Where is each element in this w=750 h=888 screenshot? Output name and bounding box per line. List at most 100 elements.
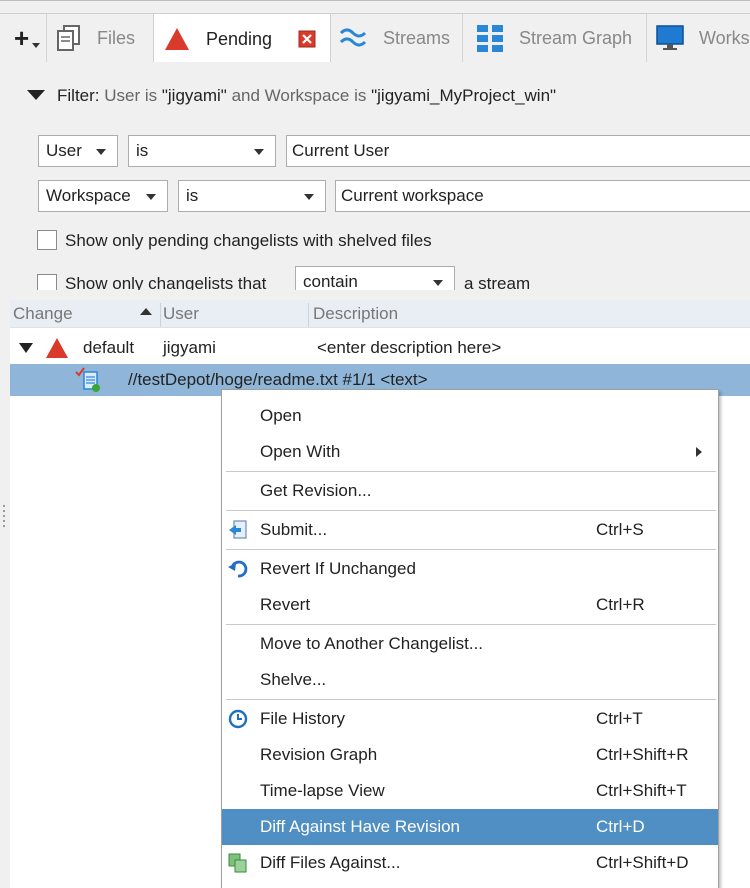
tab-pending-label: Pending [206,28,273,49]
changelist-user: jigyami [163,338,216,357]
tab-files-label: Files [97,27,136,48]
filter-operator-select-user[interactable]: is [128,135,276,167]
filter-operator-select-workspace[interactable]: is [178,180,326,212]
menu-shortcut: Ctrl+R [596,595,645,614]
menu-shortcut: Ctrl+Shift+T [596,781,687,800]
add-tab-icon[interactable]: + [14,25,29,51]
menu-item-time-lapse[interactable]: Time-lapse View Ctrl+Shift+T [222,773,718,809]
filter-field-select-user[interactable]: User [38,135,118,167]
menu-item-diff-files-against[interactable]: Diff Files Against... Ctrl+Shift+D [222,845,718,881]
tab-streams[interactable]: Streams [333,14,461,62]
filter-field-value: User [46,141,82,160]
menu-shortcut: Ctrl+D [596,817,645,836]
menu-label: Revision Graph [260,745,378,764]
menu-shortcut: Ctrl+Shift+R [596,745,689,764]
chevron-down-icon [146,194,156,200]
filter-value-input-user[interactable]: Current User [286,135,750,167]
filter-workspace-value: "jigyami_MyProject_win" [371,86,557,105]
menu-item-file-history[interactable]: File History Ctrl+T [222,701,718,737]
stream-filter-label-a: Show only changelists that [65,274,267,290]
submit-icon [229,520,247,539]
filter-part1: User is [104,86,162,105]
menu-label: Submit... [260,520,328,539]
menu-item-diff-have-revision[interactable]: Diff Against Have Revision Ctrl+D [222,809,718,845]
menu-label: Get Revision... [260,481,372,500]
filter-prefix: Filter: [57,86,100,105]
tab-stream-graph[interactable]: Stream Graph [463,14,645,62]
menu-label: Open [260,406,302,425]
changelist-change: default [83,338,135,357]
tab-streams-label: Streams [383,27,451,48]
menu-label: Revert [260,595,311,614]
menu-item-revision-graph[interactable]: Revision Graph Ctrl+Shift+R [222,737,718,773]
menu-item-open[interactable]: Open [222,398,718,434]
menu-separator [226,549,716,550]
sort-ascending-icon [140,308,152,315]
diff-files-icon [228,853,247,873]
chevron-down-icon [254,149,264,155]
menu-label: Time-lapse View [260,781,385,800]
column-header-description[interactable]: Description [310,300,750,328]
stream-graph-icon [477,25,503,52]
workspace-monitor-icon [656,25,684,50]
splitter-handle[interactable] [3,505,6,531]
tab-pending[interactable]: Pending [153,14,331,64]
chevron-down-icon [96,149,106,155]
filter-operator-value: is [186,186,199,205]
filter-field-select-workspace[interactable]: Workspace [38,180,168,212]
stream-filter-checkbox[interactable] [37,274,57,290]
menu-label: Move to Another Changelist... [260,634,484,653]
menu-item-shelve[interactable]: Shelve... [222,662,718,698]
filter-panel: Filter: User is "jigyami" and Workspace … [0,62,750,290]
stream-filter-row: Show only changelists that contain a str… [0,262,750,290]
shelved-only-label: Show only pending changelists with shelv… [65,231,432,250]
menu-item-move-to-changelist[interactable]: Move to Another Changelist... [222,626,718,662]
pending-changelist-icon [45,332,69,364]
tab-files[interactable]: Files [55,14,153,62]
filter-operator-value: is [136,141,149,160]
chevron-down-icon [304,194,314,200]
add-tab-dropdown-icon[interactable] [32,43,40,48]
changelist-description: <enter description here> [317,338,502,357]
filter-part2: and Workspace is [226,86,372,105]
revert-icon [228,560,248,578]
menu-item-get-revision[interactable]: Get Revision... [222,473,718,509]
tab-workspace-label: Works [699,27,750,48]
tab-bar: + Files Pending Streams Stream Graph Wor… [0,0,750,64]
table-row-changelist[interactable]: default jigyami <enter description here> [10,332,750,364]
context-menu: Open Open With Get Revision... Submit...… [221,389,719,888]
expand-collapse-icon[interactable] [18,332,34,364]
menu-separator [226,510,716,511]
menu-shortcut: Ctrl+S [596,520,644,539]
filter-field-value: Workspace [46,186,131,205]
files-icon [57,25,80,51]
column-header-user[interactable]: User [160,300,308,328]
shelved-only-checkbox[interactable] [37,230,57,250]
chevron-down-icon [433,280,443,286]
tab-separator [46,14,47,62]
stream-filter-label-b: a stream [464,274,531,290]
menu-item-submit[interactable]: Submit... Ctrl+S [222,512,718,548]
stream-contain-select[interactable]: contain [295,266,455,290]
tab-stream-graph-label: Stream Graph [519,27,633,48]
filter-summary: Filter: User is "jigyami" and Workspace … [57,86,556,106]
menu-item-revert-if-unchanged[interactable]: Revert If Unchanged [222,551,718,587]
filter-value-text: Current workspace [341,186,484,205]
menu-item-open-with[interactable]: Open With [222,434,718,470]
menu-shortcut: Ctrl+Shift+D [596,853,689,872]
filter-user-value: "jigyami" [161,86,227,105]
tab-workspace[interactable]: Works [647,14,750,62]
column-divider[interactable] [308,303,309,327]
streams-icon [339,28,367,47]
close-tab-icon[interactable] [298,30,316,48]
column-header-change[interactable]: Change [10,300,160,328]
submenu-arrow-icon [696,447,702,457]
menu-separator [226,624,716,625]
table-header: Change User Description [10,300,750,328]
menu-label: Diff Against Have Revision [260,817,461,836]
filter-value-input-workspace[interactable]: Current workspace [335,180,750,212]
menu-item-revert[interactable]: Revert Ctrl+R [222,587,718,623]
filter-collapse-icon[interactable] [27,90,45,100]
menu-label: Open With [260,442,341,461]
filter-value-text: Current User [292,141,390,160]
